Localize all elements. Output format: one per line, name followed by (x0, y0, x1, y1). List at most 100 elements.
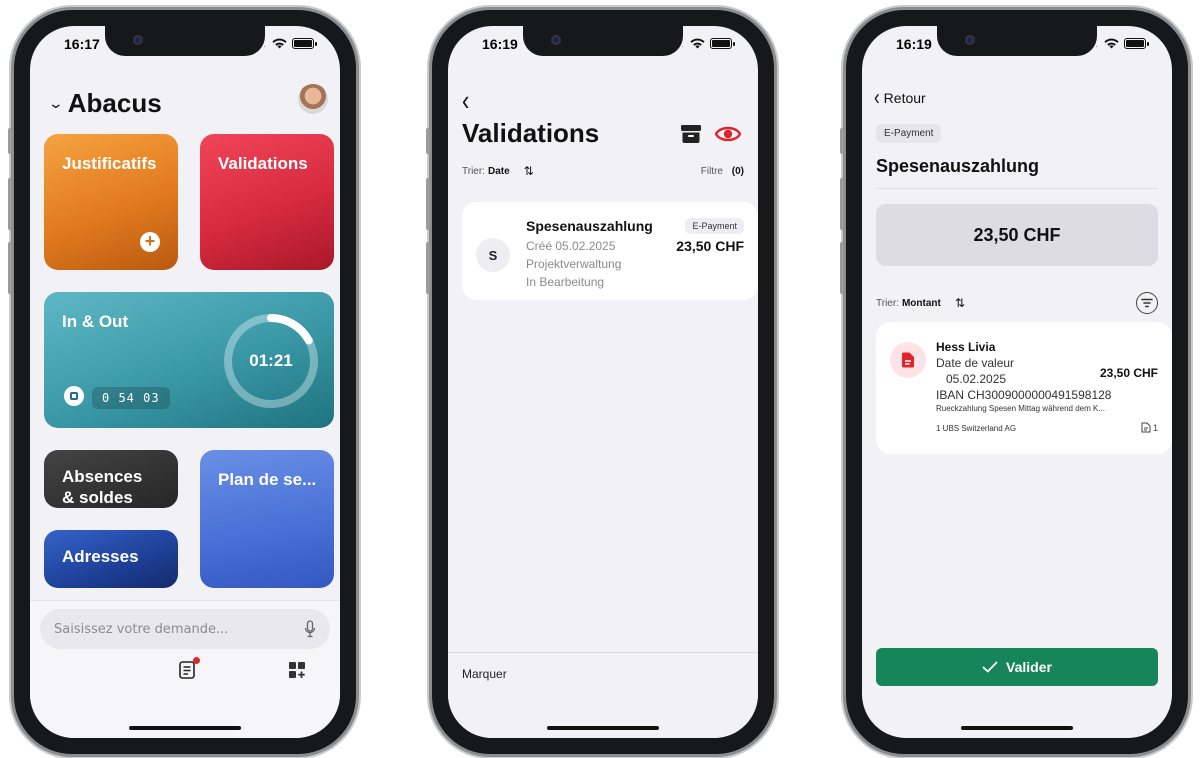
tab-add-widget[interactable] (286, 659, 308, 681)
tile-adresses[interactable]: Adresses (44, 530, 178, 588)
attachment-icon (1141, 422, 1151, 433)
volume-up-button (8, 178, 12, 230)
wifi-icon (1104, 38, 1119, 48)
sort-label: Trier: (462, 165, 485, 177)
tile-in-out[interactable]: In & Out 01:21 0 54 03 (44, 292, 334, 428)
search-bar (40, 609, 330, 649)
tile-in-out-label: In & Out (62, 312, 129, 331)
status-time: 16:19 (482, 36, 518, 52)
phone-validations: 16:19 .... ‹ Validations Trier: Date ⇅ F… (426, 10, 774, 754)
mute-switch (426, 128, 430, 154)
divider (876, 188, 1158, 189)
attachment-count[interactable]: 1 (1141, 422, 1158, 433)
chevron-down-icon: ⌄ (47, 95, 65, 111)
volume-down-button (840, 242, 844, 294)
tile-validations-label: Validations (218, 154, 308, 173)
request-input[interactable] (54, 621, 304, 637)
organization-name: Abacus (67, 88, 162, 118)
mark-button[interactable]: Marquer (462, 667, 507, 681)
home-indicator[interactable] (961, 726, 1073, 730)
filter-button[interactable]: Filtre (0) (701, 166, 744, 177)
phone-detail: 16:19 .... ‹ Retour E-Payment Spesenausz… (840, 10, 1188, 754)
bank-name: 1 UBS Switzerland AG (936, 424, 1017, 433)
mute-switch (8, 128, 12, 154)
card-initial: S (476, 238, 510, 272)
sort-label: Trier: (876, 297, 899, 309)
tile-absences[interactable]: Absences & soldes (44, 450, 178, 508)
sort-value[interactable]: Montant (902, 298, 941, 309)
organization-switcher[interactable]: ⌄ Abacus (47, 88, 162, 119)
tile-plan-label: Plan de se... (218, 470, 317, 489)
tile-validations[interactable]: Validations (200, 134, 334, 270)
document-icon (890, 342, 926, 378)
back-label: Retour (883, 90, 926, 106)
tab-documents[interactable] (176, 657, 200, 681)
ring-time: 01:21 (249, 351, 293, 370)
card-amount: 23,50 CHF (676, 238, 744, 254)
status-time: 16:19 (896, 36, 932, 52)
sort-row: Trier: Montant ⇅ (876, 292, 1158, 314)
card-created: Créé 05.02.2025 (526, 239, 616, 253)
plus-icon[interactable]: + (140, 232, 160, 252)
card-project: Projektverwaltung (526, 257, 622, 271)
payment-amount: 23,50 CHF (1099, 366, 1158, 380)
bottom-area (30, 600, 340, 738)
page-title: Spesenauszahlung (876, 156, 1040, 176)
home-indicator[interactable] (129, 726, 241, 730)
mute-switch (840, 128, 844, 154)
card-title: Spesenauszahlung (526, 218, 653, 234)
value-date: 05.02.2025 (946, 372, 1007, 386)
home-indicator[interactable] (547, 726, 659, 730)
back-chevron-icon[interactable]: ‹ (462, 84, 469, 118)
validate-button[interactable]: Valider (876, 648, 1158, 686)
notch (105, 26, 265, 56)
wifi-icon (272, 38, 287, 48)
type-badge: E-Payment (876, 124, 942, 143)
battery-icon (1124, 37, 1149, 49)
payment-card[interactable]: Hess Livia Date de valeur 05.02.2025 23,… (876, 322, 1172, 454)
filter-label: Filtre (700, 165, 723, 177)
battery-icon (710, 37, 735, 49)
page-title: Validations (462, 118, 600, 148)
back-button[interactable]: ‹ Retour (874, 85, 926, 110)
avatar[interactable] (298, 84, 328, 114)
card-badge: E-Payment (685, 218, 744, 234)
tile-absences-label: Absences & soldes (62, 466, 142, 508)
filter-count: (0) (731, 165, 744, 177)
iban: IBAN CH3009000000491598128 (936, 388, 1112, 402)
home-screen: 16:17 .... ⌄ Abacus Justificatifs + Vali… (30, 26, 340, 738)
archive-icon[interactable] (680, 124, 702, 144)
sort-row: Trier: Date ⇅ Filtre (0) (462, 164, 744, 178)
attachment-count-label: 1 (1152, 422, 1158, 433)
sort-arrows-icon[interactable]: ⇅ (955, 296, 965, 310)
stop-icon[interactable] (64, 386, 84, 406)
tile-plan[interactable]: Plan de se... (200, 450, 334, 588)
tile-adresses-label: Adresses (62, 547, 139, 566)
tile-absences-line2: & soldes (62, 488, 133, 507)
timer-display: 0 54 03 (92, 387, 170, 409)
volume-down-button (426, 242, 430, 294)
sort-value[interactable]: Date (488, 166, 510, 177)
volume-up-button (840, 178, 844, 230)
battery-icon (292, 37, 317, 49)
payee-name: Hess Livia (936, 340, 996, 354)
tile-justificatifs[interactable]: Justificatifs + (44, 134, 178, 270)
tile-justificatifs-label: Justificatifs (62, 154, 157, 173)
detail-screen: 16:19 .... ‹ Retour E-Payment Spesenausz… (862, 26, 1172, 738)
grid-add-icon (289, 662, 305, 678)
card-status: In Bearbeitung (526, 275, 605, 289)
eye-icon[interactable] (714, 122, 742, 146)
check-icon (982, 661, 998, 673)
back-chevron-icon: ‹ (874, 85, 880, 110)
validate-label: Valider (1006, 659, 1052, 675)
volume-down-button (8, 242, 12, 294)
wifi-icon (690, 38, 705, 48)
sort-arrows-icon[interactable]: ⇅ (524, 164, 534, 178)
mic-icon[interactable] (304, 620, 316, 638)
filter-icon[interactable] (1136, 292, 1158, 314)
value-date-label: Date de valeur (936, 356, 1015, 370)
phone-home: 16:17 .... ⌄ Abacus Justificatifs + Vali… (8, 10, 356, 754)
volume-up-button (426, 178, 430, 230)
notch (937, 26, 1097, 56)
validation-card[interactable]: S Spesenauszahlung Créé 05.02.2025 Proje… (462, 202, 758, 300)
